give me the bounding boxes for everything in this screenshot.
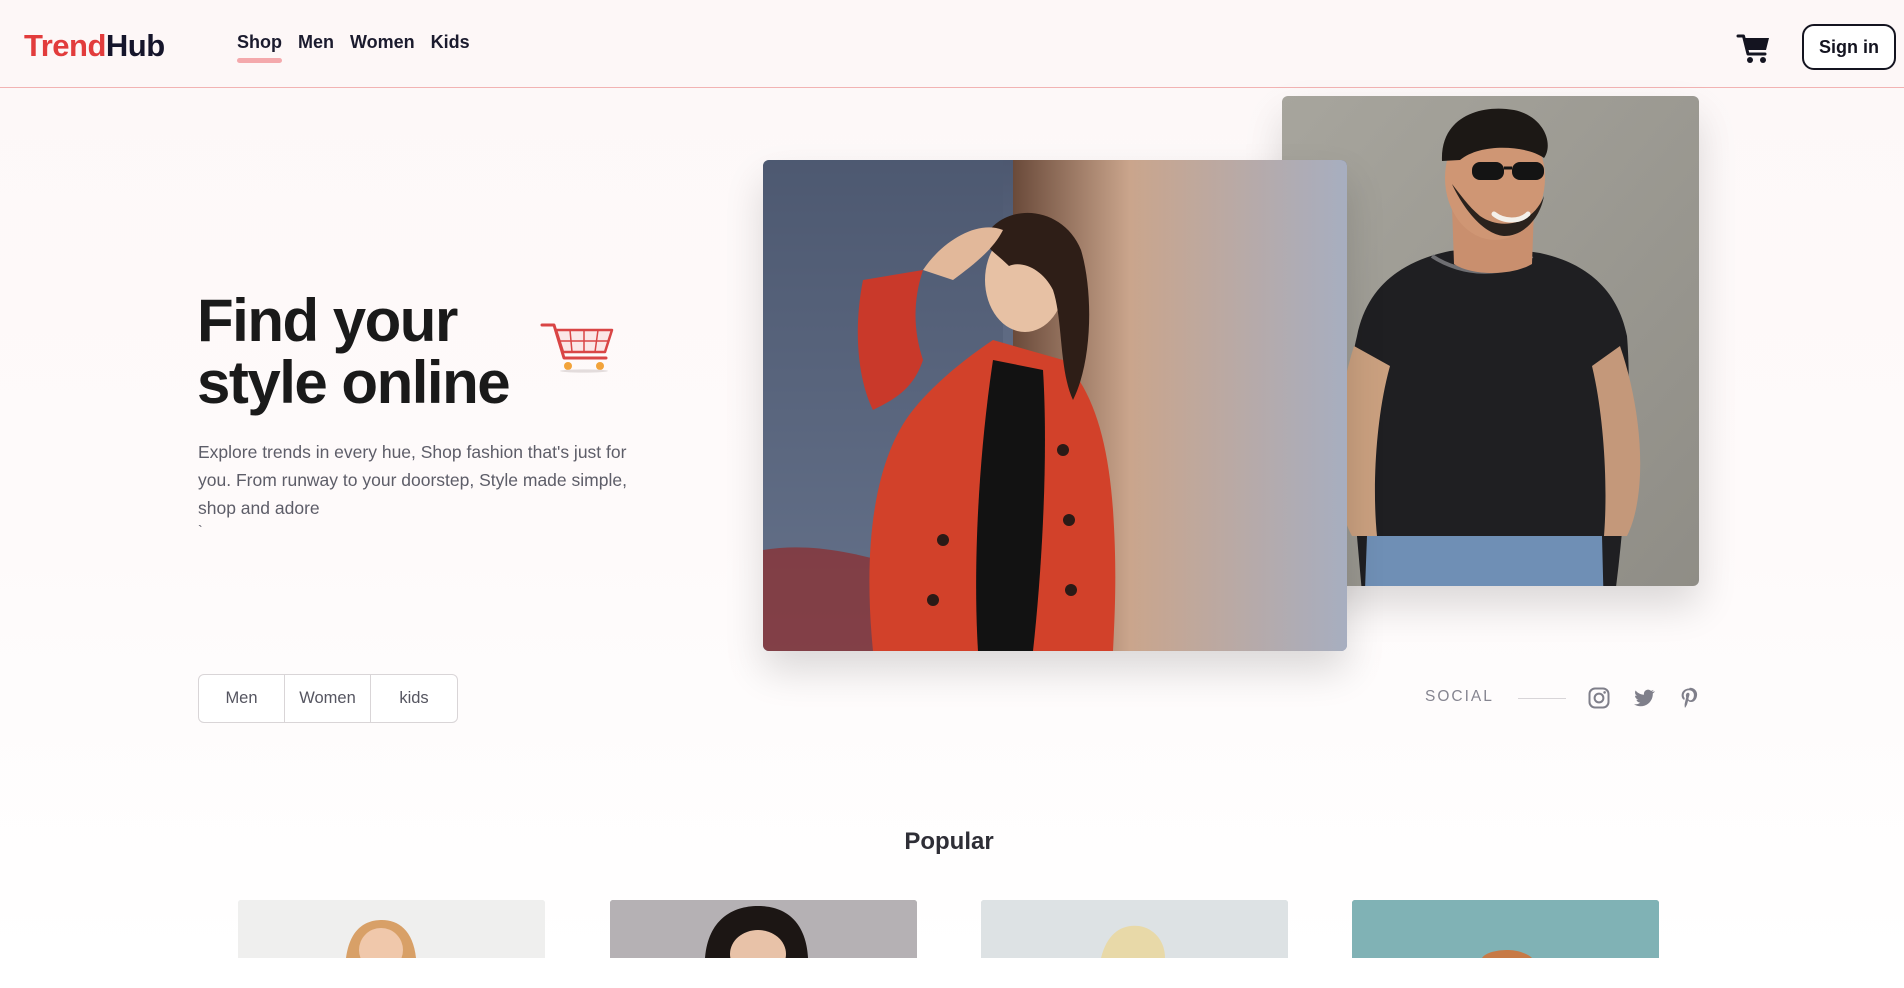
shopping-cart-illustration-icon: [540, 320, 616, 374]
nav-item-shop[interactable]: Shop: [237, 32, 282, 63]
social-divider: [1518, 698, 1566, 699]
brand-logo[interactable]: TrendHub: [24, 28, 165, 64]
sign-in-button[interactable]: Sign in: [1802, 24, 1896, 70]
product-image: [238, 900, 545, 958]
site-viewport: TrendHub Shop Men Women Kids Sign in Fin…: [0, 0, 1904, 958]
nav-item-kids[interactable]: Kids: [431, 32, 470, 63]
nav-item-men[interactable]: Men: [298, 32, 334, 63]
nav-item-women[interactable]: Women: [350, 32, 415, 63]
popular-product-card[interactable]: [1352, 900, 1659, 958]
popular-product-card[interactable]: [238, 900, 545, 958]
main-nav: Shop Men Women Kids: [237, 32, 470, 63]
hero-image-woman: [763, 160, 1347, 651]
hero-stray-character: `: [198, 522, 203, 538]
brand-logo-part1: Trend: [24, 28, 106, 63]
twitter-icon[interactable]: [1632, 686, 1656, 710]
popular-product-card[interactable]: [981, 900, 1288, 958]
filter-button-men[interactable]: Men: [199, 675, 285, 722]
product-image: [610, 900, 917, 958]
header: TrendHub Shop Men Women Kids Sign in: [0, 0, 1904, 88]
popular-section-title: Popular: [904, 828, 994, 855]
shopping-cart-icon: [1736, 34, 1769, 63]
popular-product-card[interactable]: [610, 900, 917, 958]
category-filter-group: Men Women kids: [198, 674, 458, 723]
hero-title: Find your style online: [197, 287, 511, 416]
cart-button[interactable]: [1736, 30, 1772, 66]
brand-logo-part2: Hub: [105, 28, 165, 63]
product-image: [1352, 900, 1659, 958]
pinterest-icon[interactable]: [1677, 686, 1701, 710]
product-image: [981, 900, 1288, 958]
filter-button-women[interactable]: Women: [285, 675, 371, 722]
hero-description: Explore trends in every hue, Shop fashio…: [198, 442, 627, 518]
filter-button-kids[interactable]: kids: [371, 675, 457, 722]
social-label: SOCIAL: [1425, 688, 1494, 705]
instagram-icon[interactable]: [1587, 686, 1611, 710]
page: TrendHub Shop Men Women Kids Sign in Fin…: [0, 0, 1904, 988]
